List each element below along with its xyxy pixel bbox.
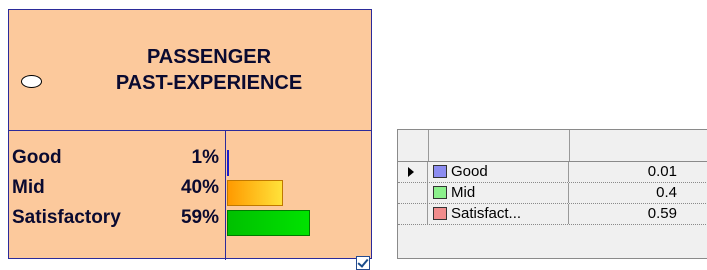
grid-header: [398, 130, 707, 162]
probability-bar-mid: [227, 180, 283, 206]
grid-row-satisfactory[interactable]: Satisfact... 0.59: [398, 204, 707, 225]
grid-name: Mid: [451, 184, 476, 201]
header-separator: [569, 130, 570, 161]
grid-value[interactable]: 0.01: [569, 163, 677, 180]
grid-row-good[interactable]: Good 0.01: [398, 162, 707, 183]
row-indicator: [398, 204, 428, 224]
header-separator: [428, 130, 429, 161]
row-indicator: [398, 162, 428, 182]
grid-name: Satisfact...: [451, 205, 522, 222]
state-label: Mid: [12, 177, 45, 198]
probability-grid: Good 0.01 Mid 0.4 Satisfact... 0.59: [397, 129, 707, 259]
state-row-mid: Mid 40%: [9, 175, 371, 206]
grid-name-cell[interactable]: Good: [429, 162, 569, 182]
row-arrow-icon: [408, 167, 414, 177]
color-swatch: [433, 165, 447, 178]
state-percent: 59%: [180, 207, 219, 228]
node-checkbox[interactable]: [356, 256, 370, 270]
grid-name-cell[interactable]: Satisfact...: [429, 204, 569, 224]
node-title-line1: PASSENGER: [146, 46, 272, 68]
grid-name: Good: [451, 163, 488, 180]
state-label: Satisfactory: [12, 207, 121, 228]
node-header: PASSENGER PAST-EXPERIENCE: [9, 10, 371, 131]
state-percent: 1%: [191, 147, 219, 168]
node-title: PASSENGER PAST-EXPERIENCE: [49, 44, 369, 96]
ellipse-icon: [21, 75, 42, 88]
grid-value[interactable]: 0.4: [569, 184, 677, 201]
state-row-good: Good 1%: [9, 145, 371, 176]
color-swatch: [433, 186, 447, 199]
state-percent: 40%: [180, 177, 219, 198]
bayes-node-passenger-past-experience[interactable]: PASSENGER PAST-EXPERIENCE Good 1% Mid 40…: [8, 9, 372, 270]
row-indicator: [398, 183, 428, 203]
grid-value[interactable]: 0.59: [569, 205, 677, 222]
probability-bar-good: [227, 150, 229, 176]
grid-row-mid[interactable]: Mid 0.4: [398, 183, 707, 204]
color-swatch: [433, 207, 447, 220]
state-label: Good: [12, 147, 62, 168]
grid-name-cell[interactable]: Mid: [429, 183, 569, 203]
state-row-satisfactory: Satisfactory 59%: [9, 205, 371, 236]
probability-bar-satisfactory: [227, 210, 310, 236]
node-title-line2: PAST-EXPERIENCE: [115, 72, 303, 94]
